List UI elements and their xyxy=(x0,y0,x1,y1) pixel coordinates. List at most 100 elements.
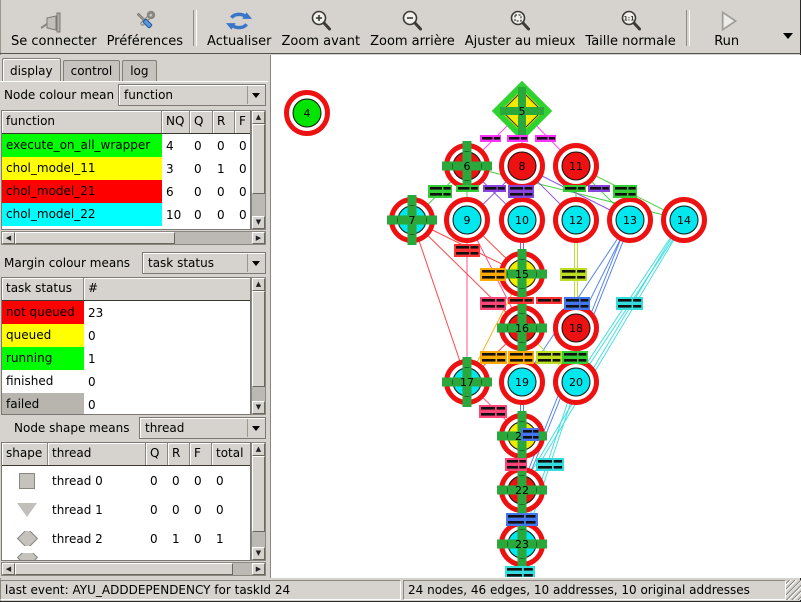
node-shape-vscrollbar[interactable]: ▲ ▼ xyxy=(251,442,266,561)
graph-node-4[interactable]: 4 xyxy=(287,93,328,134)
tab-display[interactable]: display xyxy=(2,58,61,81)
refresh-button[interactable]: Actualiser xyxy=(202,7,276,50)
col-function[interactable]: function xyxy=(2,111,162,133)
margin-colour-vscrollbar[interactable]: ▲ ▼ xyxy=(251,277,266,415)
chevron-down-icon[interactable] xyxy=(247,86,264,104)
col-r[interactable]: R xyxy=(213,111,235,133)
tab-control[interactable]: control xyxy=(63,60,121,81)
toolbar-overflow-button[interactable] xyxy=(783,24,793,43)
status-cell: not queued xyxy=(2,301,84,324)
graph-node-8[interactable]: 8 xyxy=(502,146,543,187)
scroll-thumb[interactable] xyxy=(252,291,265,387)
table-row[interactable]: finished0 xyxy=(2,370,250,393)
table-row[interactable]: thread 20101 xyxy=(2,524,250,553)
chevron-down-icon[interactable] xyxy=(247,419,264,437)
table-row[interactable]: queued0 xyxy=(2,324,250,347)
graph-node-23[interactable]: 23 xyxy=(497,519,547,569)
zoom-fit-button[interactable]: Ajuster au mieux xyxy=(460,7,581,50)
count-cell: 23 xyxy=(84,306,244,320)
table-row[interactable]: chol_model_2210000 xyxy=(2,203,250,226)
col-count[interactable]: # xyxy=(84,278,250,300)
zoom-out-button[interactable]: Zoom arrière xyxy=(365,7,460,50)
table-row[interactable]: execute_on_all_wrapper4000 xyxy=(2,134,250,157)
graph-node-19[interactable]: 19 xyxy=(502,362,543,403)
graph-node-20[interactable]: 20 xyxy=(556,362,597,403)
node-label: 20 xyxy=(569,376,583,389)
col-thread[interactable]: thread xyxy=(48,443,146,465)
node-shape-combo[interactable]: thread xyxy=(139,417,266,439)
scroll-down-icon[interactable]: ▼ xyxy=(252,401,265,414)
scroll-right-icon[interactable]: ▶ xyxy=(252,563,265,575)
col-shape[interactable]: shape xyxy=(2,443,48,465)
graph-node-22[interactable]: 22 xyxy=(497,465,547,515)
table-row[interactable]: chol_model_216000 xyxy=(2,180,250,203)
scroll-thumb[interactable] xyxy=(15,232,175,244)
col-f[interactable]: F xyxy=(190,443,212,465)
scroll-up-icon[interactable]: ▲ xyxy=(252,278,265,291)
scroll-up-icon[interactable]: ▲ xyxy=(252,111,265,124)
graph-node-12[interactable]: 12 xyxy=(556,200,597,241)
col-total[interactable]: total xyxy=(212,443,250,465)
col-f[interactable]: F xyxy=(235,111,250,133)
node-shape-title: Node shape means xyxy=(14,416,129,440)
tab-bar: display control log xyxy=(2,56,159,81)
toolbar-label: Zoom avant xyxy=(282,34,361,49)
col-q[interactable]: Q xyxy=(190,111,213,133)
combo-value: thread xyxy=(145,421,184,435)
table-row[interactable]: running1 xyxy=(2,347,250,370)
zoom-in-button[interactable]: Zoom avant xyxy=(277,7,366,50)
value-cell: 0 xyxy=(190,503,212,517)
col-r[interactable]: R xyxy=(168,443,190,465)
toolbar-label: Run xyxy=(714,34,739,49)
table-row[interactable]: failed0 xyxy=(2,393,250,415)
table-row[interactable]: chol_model_113010 xyxy=(2,157,250,180)
table-row[interactable] xyxy=(2,553,250,561)
scroll-down-icon[interactable]: ▼ xyxy=(252,216,265,229)
value-cell: 1 xyxy=(213,162,235,176)
col-nq[interactable]: NQ xyxy=(162,111,190,133)
graph-node-9[interactable]: 9 xyxy=(447,200,488,241)
node-shape-hscrollbar[interactable]: ◀ ▶ xyxy=(1,562,266,576)
table-row[interactable]: not queued23 xyxy=(2,301,250,324)
value-cell: 0 xyxy=(190,139,213,153)
edge-address-label xyxy=(536,351,562,364)
scroll-thumb[interactable] xyxy=(15,563,233,575)
table-row[interactable]: thread 10000 xyxy=(2,495,250,524)
scroll-up-icon[interactable]: ▲ xyxy=(252,443,265,456)
node-colour-combo[interactable]: function xyxy=(118,84,266,106)
graph-node-14[interactable]: 14 xyxy=(664,200,705,241)
graph-node-11[interactable]: 11 xyxy=(556,146,597,187)
side-panel: display control log Node colour mean fun… xyxy=(0,55,268,578)
edge-address-label xyxy=(505,458,527,471)
tab-log[interactable]: log xyxy=(122,60,156,81)
margin-colour-combo[interactable]: task status xyxy=(142,252,266,274)
node-shape-table: shape thread Q R F total thread 00000thr… xyxy=(1,442,251,561)
col-task-status[interactable]: task status xyxy=(2,278,84,300)
run-button[interactable]: Run xyxy=(709,7,745,50)
scroll-down-icon[interactable]: ▼ xyxy=(252,547,265,560)
graph-node-18[interactable]: 18 xyxy=(556,308,597,349)
status-cell: finished xyxy=(2,370,84,393)
scroll-left-icon[interactable]: ◀ xyxy=(2,563,15,575)
count-cell: 0 xyxy=(84,398,244,412)
resize-grip[interactable] xyxy=(786,580,801,600)
table-row[interactable]: thread 00000 xyxy=(2,466,250,495)
value-cell: 0 xyxy=(212,503,250,517)
value-cell: 0 xyxy=(235,185,250,199)
task-graph-canvas[interactable]: 456811791012131415161817192021222324 xyxy=(271,55,801,577)
scroll-thumb[interactable] xyxy=(252,456,265,532)
shape-cell xyxy=(2,531,48,546)
scroll-right-icon[interactable]: ▶ xyxy=(252,232,265,244)
zoom-normal-button[interactable]: 1:1 Taille normale xyxy=(580,7,680,50)
col-q[interactable]: Q xyxy=(146,443,168,465)
node-colour-hscrollbar[interactable]: ◀ ▶ xyxy=(1,231,266,245)
scroll-left-icon[interactable]: ◀ xyxy=(2,232,15,244)
node-colour-vscrollbar[interactable]: ▲ ▼ xyxy=(251,110,266,230)
graph-node-10[interactable]: 10 xyxy=(502,200,543,241)
preferences-button[interactable]: Préférences xyxy=(102,7,188,50)
scroll-thumb[interactable] xyxy=(252,124,265,194)
connect-button[interactable]: Se connecter xyxy=(6,7,102,50)
edge-address-label xyxy=(480,268,506,281)
chevron-down-icon[interactable] xyxy=(247,254,264,272)
graph-node-13[interactable]: 13 xyxy=(610,200,651,241)
